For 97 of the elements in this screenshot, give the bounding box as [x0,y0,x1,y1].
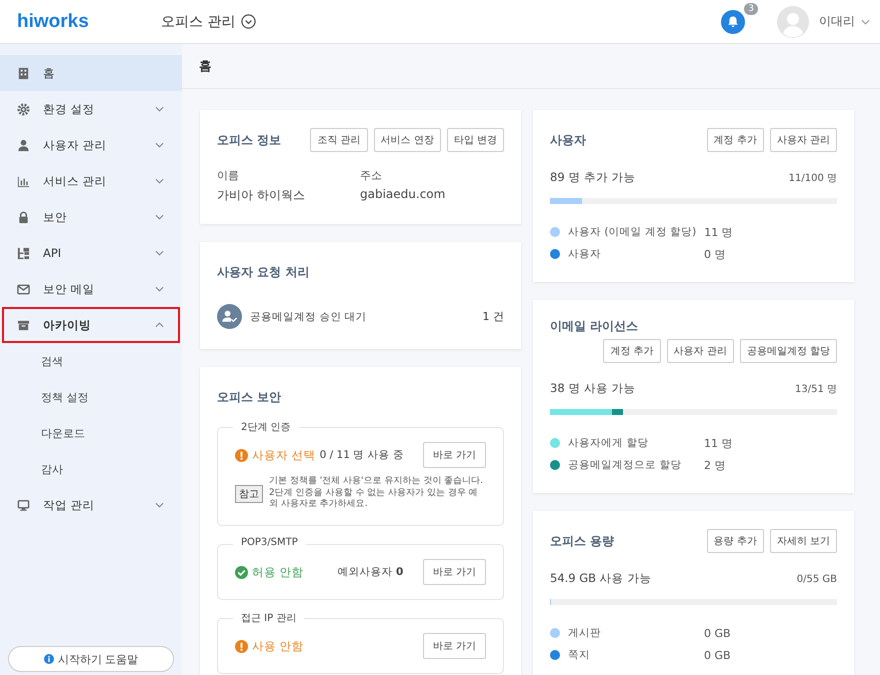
chevron-down-icon [155,502,164,508]
action-button[interactable]: 공용메일계정 할당 [740,339,837,363]
action-button[interactable]: 서비스 연장 [374,128,441,152]
envelope-icon [17,282,30,296]
help-button[interactable]: 시작하기 도움말 [8,646,174,672]
field-value: gabiaedu.com [360,187,446,201]
sidebar-subitem[interactable]: 다운로드 [0,415,182,451]
chevron-down-icon [155,178,164,184]
dropdown-icon[interactable] [241,14,256,29]
available-text: 38 명 사용 가능 [550,381,636,396]
warning-icon [235,640,248,653]
legend-label: 게시판 [568,626,602,640]
sidebar-item[interactable]: 서비스 관리 [0,163,182,199]
legend-label: 공용메일계정으로 할당 [568,458,682,472]
request-count: 1 건 [482,309,504,324]
action-button[interactable]: 사용자 관리 [666,339,734,363]
sidebar-item[interactable]: 보안 메일 [0,271,182,307]
go-button[interactable]: 바로 가기 [422,559,486,586]
person-icon [17,138,30,152]
note-badge: 참고 [235,484,263,503]
card-title: 오피스 보안 [217,388,282,406]
exception-users: 예외사용자 0 [338,565,404,580]
legend-value: 11 명 [704,436,732,450]
request-label[interactable]: 공용메일계정 승인 대기 [250,310,474,324]
section-legend: POP3/SMTP [233,537,306,548]
status-text: 사용 안함 [252,638,304,654]
action-button[interactable]: 용량 추가 [706,529,764,553]
legend-value: 11 명 [704,224,733,240]
check-icon [235,566,248,579]
action-button[interactable]: 사용자 관리 [770,128,837,152]
status-text: 사용자 선택 [252,448,316,462]
field-label: 주소 [360,168,383,183]
status-text: 허용 안함 [252,564,304,580]
gear-icon [17,102,30,116]
bar-chart-icon [17,174,30,188]
sidebar-subitem[interactable]: 정책 설정 [0,379,182,415]
sidebar-subitem[interactable]: 검색 [0,343,182,379]
usage-count: 11/100 명 [788,172,837,185]
notification-badge: 3 [743,2,759,16]
action-button[interactable]: 타입 변경 [446,128,504,152]
chevron-icon[interactable] [861,18,870,24]
legend-label: 사용자에게 할당 [568,436,650,450]
chevron-down-icon [155,142,164,148]
building-icon [17,66,30,80]
sidebar-item[interactable]: 홈 [0,55,182,91]
section-legend: 2단계 인증 [233,420,299,434]
action-button[interactable]: 자세히 보기 [770,529,837,553]
note-text: 기본 정책를 '전체 사용'으로 유지하는 것이 좋습니다. 2단계 인증을 사용할 수 없는 사용자가 있는 경우 예외 사용자로 추가하세요. [269,476,484,512]
card-title: 오피스 정보 [217,132,282,148]
sidebar-item[interactable]: 사용자 관리 [0,127,182,163]
chevron-down-icon [155,214,164,220]
legend-value: 0 명 [704,246,726,262]
card-title: 사용자 [550,132,586,148]
legend-value: 0 GB [704,626,731,640]
info-icon [44,654,54,664]
user-name[interactable]: 이대리 [819,13,855,30]
go-button[interactable]: 바로 가기 [422,442,486,468]
sidebar-item[interactable]: API [0,235,182,271]
chevron-down-icon [155,286,164,292]
hierarchy-icon [17,246,30,260]
go-button[interactable]: 바로 가기 [422,633,486,660]
monitor-icon [17,498,30,512]
card-title: 오피스 용량 [550,532,614,550]
chevron-down-icon [155,250,164,256]
logo[interactable]: hiworks [17,10,155,32]
available-text: 54.9 GB 사용 가능 [550,571,652,586]
app-title[interactable]: 오피스 관리 [161,12,236,30]
legend-label: 쪽지 [568,648,591,662]
legend-label: 사용자 (이메일 계정 할당) [568,225,696,239]
sidebar-item[interactable]: 작업 관리 [0,487,182,523]
legend-value: 2 명 [704,458,726,472]
sidebar-item[interactable]: 환경 설정 [0,91,182,127]
action-button[interactable]: 조직 관리 [310,128,368,152]
field-label: 이름 [217,168,240,183]
status-detail: 0 / 11 명 사용 중 [320,448,404,462]
legend-label: 사용자 [568,247,602,261]
action-button[interactable]: 계정 추가 [706,128,764,152]
bell-icon[interactable] [721,10,745,34]
sidebar-subitem[interactable]: 감사 [0,451,182,487]
card-title: 사용자 요청 처리 [217,264,310,280]
field-value: 가비아 하이웍스 [217,187,306,204]
sidebar-item[interactable]: 보안 [0,199,182,235]
page-title: 홈 [199,58,212,74]
usage-count: 13/51 명 [795,383,837,396]
sidebar-item[interactable]: 아카이빙 [2,307,180,343]
chevron-down-icon [155,106,164,112]
section-legend: 접근 IP 관리 [233,611,304,626]
available-text: 89 명 추가 가능 [550,170,636,185]
card-title: 이메일 라이선스 [550,318,638,335]
usage-count: 0/55 GB [796,574,837,585]
lock-icon [17,210,30,224]
action-button[interactable]: 계정 추가 [603,339,661,363]
user-check-icon [217,304,242,329]
warning-icon [235,448,248,462]
legend-value: 0 GB [704,648,731,662]
archive-box-icon [17,318,30,332]
chevron-up-icon [155,322,164,328]
